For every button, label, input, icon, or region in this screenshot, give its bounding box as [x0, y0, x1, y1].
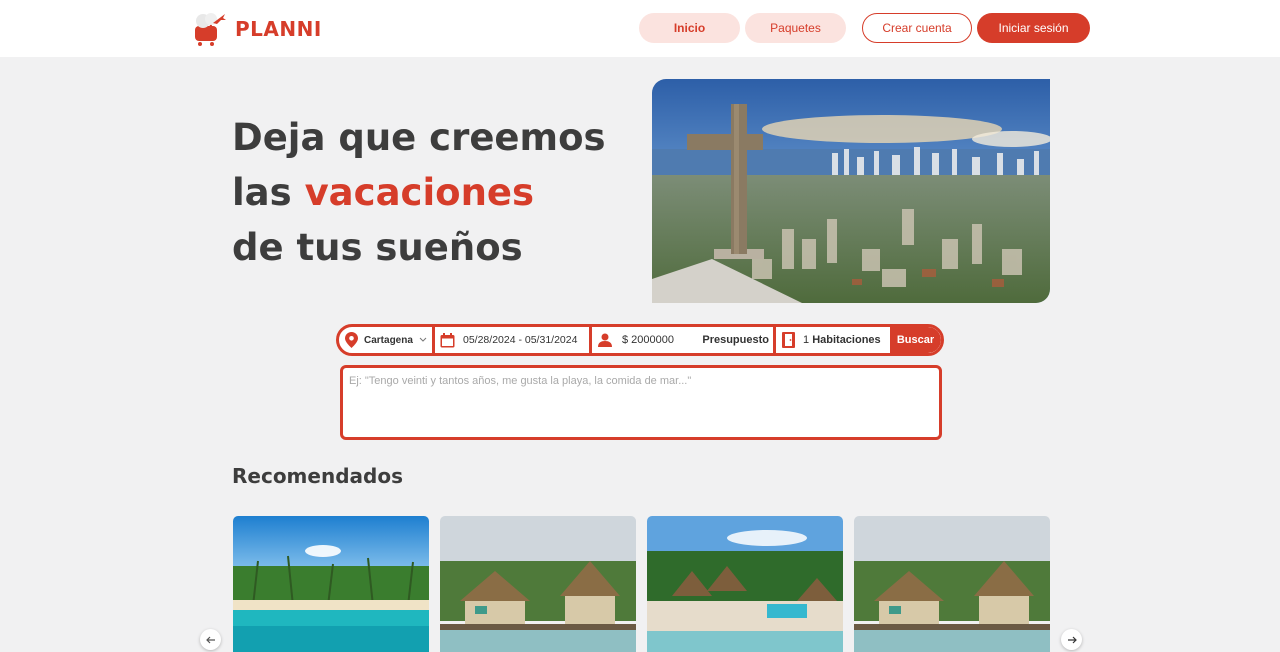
hero-line-2: las vacaciones: [232, 165, 606, 220]
hero-accent-word: vacaciones: [304, 171, 535, 214]
plane-suitcase-logo-icon: [195, 13, 226, 46]
preferences-textarea[interactable]: Ej: "Tengo veinti y tantos años, me gust…: [340, 365, 942, 440]
destination-select[interactable]: Cartagena: [339, 327, 435, 353]
brand-name: PLANNI: [235, 17, 322, 41]
date-range-value: 05/28/2024 - 05/31/2024: [463, 334, 578, 346]
brand-logo[interactable]: PLANNI: [191, 11, 322, 47]
rooms-input[interactable]: 1 Habitaciones: [776, 327, 890, 353]
preferences-placeholder: Ej: "Tengo veinti y tantos años, me gust…: [349, 375, 692, 387]
rooms-label: Habitaciones: [812, 334, 881, 346]
recommended-card-2[interactable]: [440, 516, 636, 652]
arrow-left-icon: [205, 636, 215, 643]
carousel-next-button[interactable]: [1061, 629, 1082, 650]
beach-palms-icon: [233, 516, 429, 652]
recommended-card-1[interactable]: [233, 516, 429, 652]
iniciar-sesion-button[interactable]: Iniciar sesión: [977, 13, 1090, 43]
resort-pool-icon: [647, 516, 843, 652]
destination-value: Cartagena: [364, 334, 413, 346]
nav-inicio-button[interactable]: Inicio: [639, 13, 740, 43]
nav-paquetes-button[interactable]: Paquetes: [745, 13, 846, 43]
location-pin-icon: [345, 332, 358, 348]
rooms-text: 1 Habitaciones: [803, 334, 881, 346]
search-bar: Cartagena 05/28/2024 - 05/31/2024 $ 2000…: [336, 324, 944, 356]
carousel-prev-button[interactable]: [200, 629, 221, 650]
rooms-count: 1: [803, 334, 810, 346]
budget-value: $ 2000000: [622, 334, 674, 346]
calendar-icon: [440, 332, 455, 347]
hero-heading: Deja que creemos las vacaciones de tus s…: [232, 110, 606, 275]
user-icon: [598, 333, 612, 347]
top-navbar: PLANNI Inicio Paquetes Crear cuenta Inic…: [0, 0, 1280, 57]
budget-label: Presupuesto: [702, 334, 769, 346]
thatched-hotel-icon: [854, 516, 1050, 652]
crear-cuenta-button[interactable]: Crear cuenta: [862, 13, 972, 43]
hero-line-2-prefix: las: [232, 171, 305, 214]
arrow-right-icon: [1067, 636, 1077, 643]
recommended-card-4[interactable]: [854, 516, 1050, 652]
hero-image: [652, 79, 1050, 303]
date-range-input[interactable]: 05/28/2024 - 05/31/2024: [435, 327, 592, 353]
hero-line-1: Deja que creemos: [232, 116, 606, 159]
door-icon: [782, 332, 795, 348]
recommended-heading: Recomendados: [232, 464, 403, 488]
thatched-hotel-icon: [440, 516, 636, 652]
budget-input[interactable]: $ 2000000 Presupuesto: [592, 327, 776, 353]
search-button[interactable]: Buscar: [890, 327, 941, 353]
hero-line-3: de tus sueños: [232, 226, 523, 269]
chevron-down-icon: [419, 337, 427, 342]
recommended-card-3[interactable]: [647, 516, 843, 652]
